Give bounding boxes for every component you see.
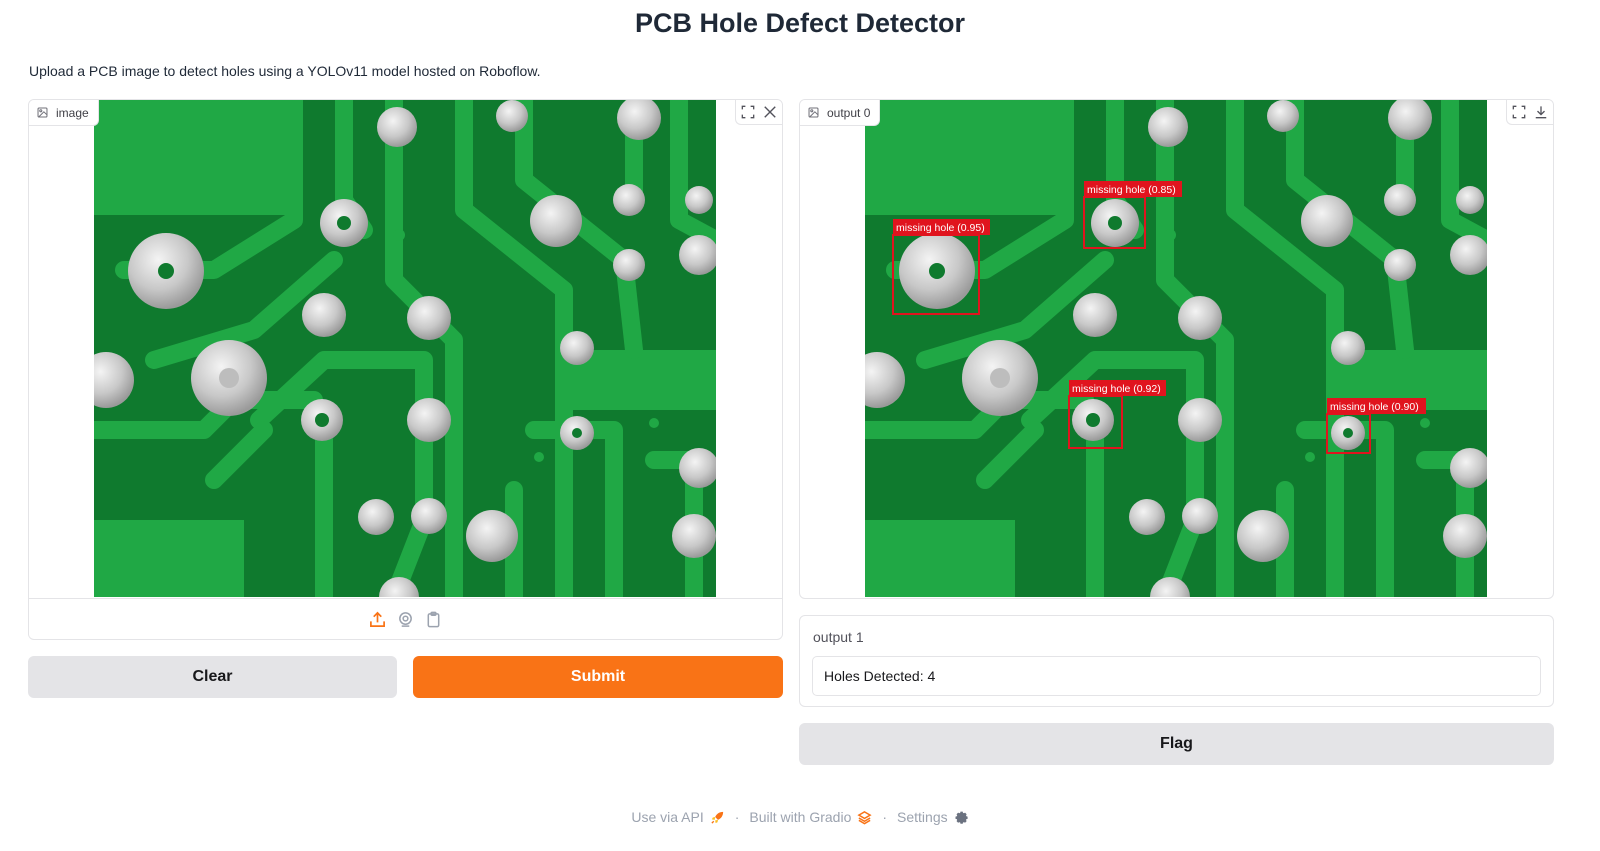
upload-icon[interactable] <box>369 610 387 628</box>
input-image-label: image <box>56 105 89 120</box>
settings-label: Settings <box>897 809 948 825</box>
footer-separator: · <box>882 809 888 825</box>
footer: Use via API · Built with Gradio · Settin… <box>0 809 1600 825</box>
output-image-panel: output 0 missing hole (0.95) missing hol… <box>799 99 1554 599</box>
fullscreen-icon[interactable] <box>738 102 758 122</box>
footer-separator: · <box>734 809 740 825</box>
fullscreen-icon[interactable] <box>1509 102 1529 122</box>
output-image-actions <box>1506 100 1553 125</box>
use-via-api-link[interactable]: Use via API <box>631 809 724 825</box>
image-icon <box>37 107 48 118</box>
page-title: PCB Hole Defect Detector <box>634 8 966 38</box>
gradio-logo-icon <box>857 810 872 824</box>
detection-label: missing hole (0.92) <box>1072 383 1161 395</box>
built-with-gradio-label: Built with Gradio <box>749 809 852 825</box>
built-with-gradio-link[interactable]: Built with Gradio <box>749 809 872 825</box>
output-image-label: output 0 <box>827 105 871 120</box>
output-textbox[interactable]: Holes Detected: 4 <box>812 656 1541 696</box>
image-source-bar <box>29 598 782 639</box>
clear-button[interactable]: Clear <box>28 656 397 698</box>
input-image-panel[interactable]: image <box>28 99 783 640</box>
rocket-icon <box>711 811 723 824</box>
settings-link[interactable]: Settings <box>897 809 969 825</box>
pcb-input-image <box>94 100 716 597</box>
flag-button[interactable]: Flag <box>799 723 1554 765</box>
submit-button[interactable]: Submit <box>413 656 783 698</box>
close-icon[interactable] <box>760 102 780 122</box>
download-icon[interactable] <box>1531 102 1551 122</box>
pcb-output-image: missing hole (0.95) missing hole (0.85) … <box>865 100 1487 597</box>
detection-label: missing hole (0.85) <box>1087 184 1176 196</box>
image-icon <box>808 107 819 118</box>
input-image-actions <box>735 100 782 125</box>
page-description: Upload a PCB image to detect holes using… <box>29 63 541 79</box>
use-via-api-label: Use via API <box>631 809 704 825</box>
input-image-label-tag: image <box>29 100 99 126</box>
clipboard-icon[interactable] <box>425 610 443 628</box>
output-text-label: output 1 <box>813 629 864 645</box>
output-text-panel: output 1 Holes Detected: 4 <box>799 615 1554 707</box>
gear-icon <box>955 811 968 824</box>
detection-label: missing hole (0.95) <box>896 222 985 234</box>
webcam-icon[interactable] <box>397 610 415 628</box>
output-image-label-tag: output 0 <box>800 100 881 126</box>
detection-label: missing hole (0.90) <box>1330 401 1419 413</box>
